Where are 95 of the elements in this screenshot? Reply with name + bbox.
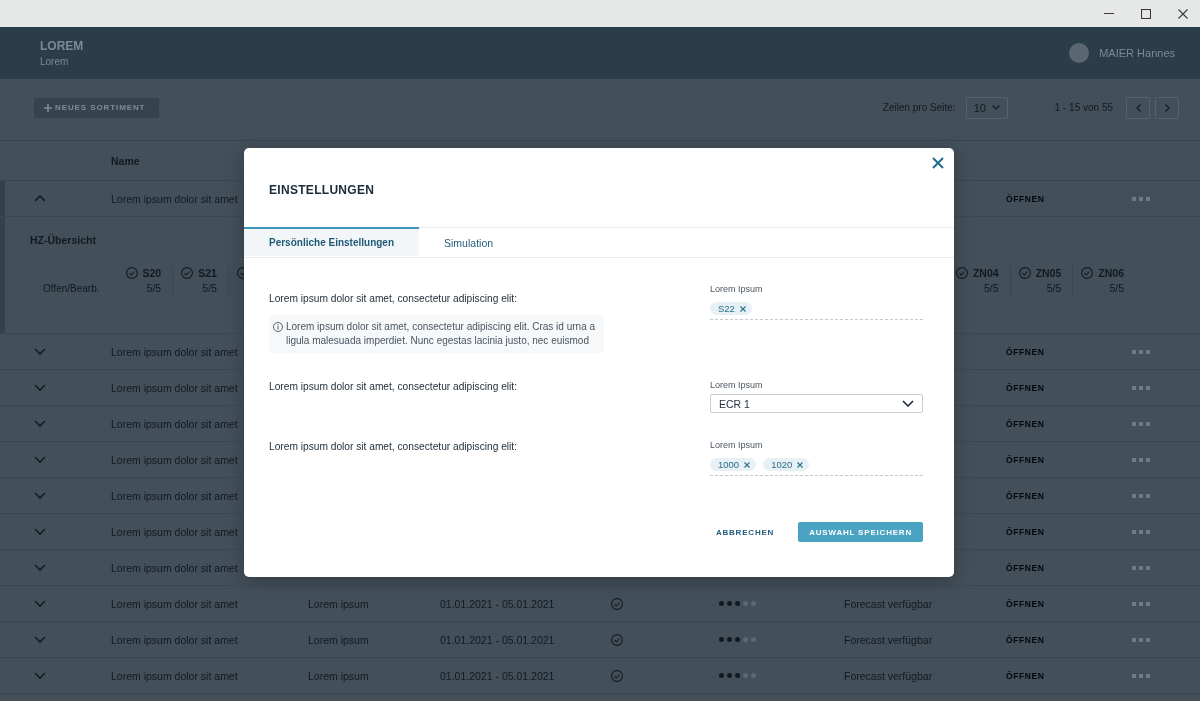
- status-text: Forecast verfügbar: [844, 633, 933, 646]
- more-icon[interactable]: [1132, 565, 1150, 570]
- chevron-down-icon[interactable]: [34, 564, 46, 571]
- section-title: HZ-Übersicht: [30, 233, 96, 247]
- open-button[interactable]: ÖFFNEN: [1006, 193, 1045, 204]
- chevron-down-icon[interactable]: [34, 528, 46, 535]
- chevron-down-icon[interactable]: [34, 456, 46, 463]
- check-circle-icon: [611, 633, 623, 646]
- close-icon[interactable]: [932, 157, 944, 169]
- tile-label: S20: [142, 266, 162, 279]
- field-label: Lorem Ipsum: [710, 440, 763, 451]
- save-button[interactable]: AUSWAHL SPEICHERN: [798, 522, 923, 542]
- status-text: Forecast verfügbar: [844, 597, 933, 610]
- plus-icon: [44, 103, 52, 112]
- open-button[interactable]: ÖFFNEN: [1006, 382, 1045, 393]
- check-circle-icon: [1081, 266, 1094, 279]
- open-button[interactable]: ÖFFNEN: [1006, 562, 1045, 573]
- check-circle-icon: [611, 597, 623, 610]
- more-icon[interactable]: [1132, 637, 1150, 642]
- app-subtitle: Lorem: [40, 55, 69, 68]
- app-title: LOREM: [40, 38, 84, 53]
- more-icon[interactable]: [1132, 349, 1150, 354]
- chip-label: 1020: [771, 459, 793, 470]
- table-text: Lorem ipsum: [308, 597, 369, 610]
- field-label: Lorem Ipsum: [710, 380, 763, 391]
- tile-label: ZN05: [1035, 266, 1062, 279]
- more-icon[interactable]: [1132, 673, 1150, 678]
- field-label: Lorem Ipsum: [710, 284, 763, 295]
- close-icon[interactable]: [1178, 8, 1188, 19]
- more-icon[interactable]: [1132, 601, 1150, 606]
- tile-label: ZN04: [972, 266, 999, 279]
- hint-text: Lorem ipsum dolor sit amet, consectetur adipiscing elit. Cras id urna a ligula malesuada imperdiet. Nunc egestas lacinia justo, nec euismod: [286, 320, 597, 348]
- date-range: 01.01.2021 - 05.01.2021: [440, 669, 555, 682]
- date-range: 01.01.2021 - 05.01.2021: [440, 633, 555, 646]
- more-icon[interactable]: [1132, 529, 1150, 534]
- chevron-down-icon[interactable]: [34, 348, 46, 355]
- question-text: Lorem ipsum dolor sit amet, consectetur adipiscing elit:: [269, 440, 517, 453]
- remove-icon[interactable]: [744, 461, 751, 468]
- open-button[interactable]: ÖFFNEN: [1006, 634, 1045, 645]
- chevron-down-icon: [902, 400, 914, 407]
- check-circle-icon: [1018, 266, 1031, 279]
- check-circle-icon: [125, 266, 138, 279]
- more-icon[interactable]: [1132, 457, 1150, 462]
- open-button[interactable]: ÖFFNEN: [1006, 346, 1045, 357]
- info-icon: [273, 322, 283, 332]
- more-icon[interactable]: [1132, 196, 1150, 201]
- chevron-down-icon[interactable]: [34, 384, 46, 391]
- user-name[interactable]: MAIER Hannes: [1099, 47, 1175, 59]
- date-range: 01.01.2021 - 05.01.2021: [440, 597, 555, 610]
- avatar-icon[interactable]: [1069, 43, 1090, 63]
- open-button[interactable]: ÖFFNEN: [1006, 418, 1045, 429]
- table-text: Lorem ipsum: [308, 633, 369, 646]
- chevron-down-icon[interactable]: [34, 636, 46, 643]
- column-header: Name: [111, 154, 140, 167]
- previous-page-button[interactable]: [1126, 96, 1150, 119]
- chevron-up-icon[interactable]: [34, 195, 46, 202]
- next-page-button[interactable]: [1155, 96, 1179, 119]
- open-button[interactable]: ÖFFNEN: [1006, 526, 1045, 537]
- chips-field[interactable]: 1000 1020: [710, 458, 923, 476]
- chip-label: S22: [718, 303, 735, 314]
- check-circle-icon: [611, 669, 623, 682]
- table-text: Lorem ipsum: [308, 669, 369, 682]
- remove-icon[interactable]: [739, 305, 746, 312]
- dialog-title: EINSTELLUNGEN: [269, 183, 375, 197]
- open-button[interactable]: ÖFFNEN: [1006, 670, 1045, 681]
- chips-field[interactable]: S22: [710, 302, 923, 320]
- tile-label: ZN06: [1098, 266, 1124, 279]
- maximize-icon[interactable]: [1141, 8, 1151, 19]
- more-icon[interactable]: [1132, 493, 1150, 498]
- tab[interactable]: Persönliche Einstellungen: [244, 227, 420, 256]
- question-text: Lorem ipsum dolor sit amet, consectetur adipiscing elit:: [269, 380, 517, 393]
- cancel-button[interactable]: ABBRECHEN: [705, 522, 785, 542]
- chip-label: 1000: [718, 459, 740, 470]
- chevron-down-icon[interactable]: [34, 600, 46, 607]
- chevron-left-icon: [1135, 103, 1141, 112]
- chevron-down-icon[interactable]: [34, 420, 46, 427]
- add-button[interactable]: NEUES SORTIMENT: [34, 97, 160, 118]
- open-button[interactable]: ÖFFNEN: [1006, 598, 1045, 609]
- chevron-down-icon: [991, 105, 1000, 110]
- remove-icon[interactable]: [797, 461, 804, 468]
- check-circle-icon: [181, 266, 194, 279]
- select-field[interactable]: ECR 1: [710, 394, 923, 413]
- check-circle-icon: [955, 266, 968, 279]
- tab[interactable]: Simulation: [419, 227, 519, 256]
- open-button[interactable]: ÖFFNEN: [1006, 454, 1045, 465]
- question-text: Lorem ipsum dolor sit amet, consectetur adipiscing elit:: [269, 292, 517, 305]
- chevron-right-icon: [1164, 103, 1170, 112]
- open-button[interactable]: ÖFFNEN: [1006, 490, 1045, 501]
- more-icon[interactable]: [1132, 385, 1150, 390]
- status-text: Forecast verfügbar: [844, 669, 933, 682]
- chevron-down-icon[interactable]: [34, 672, 46, 679]
- chevron-down-icon[interactable]: [34, 492, 46, 499]
- more-icon[interactable]: [1132, 421, 1150, 426]
- tile-label: S21: [198, 266, 217, 279]
- row-label: Offen/Bearb.: [43, 282, 100, 296]
